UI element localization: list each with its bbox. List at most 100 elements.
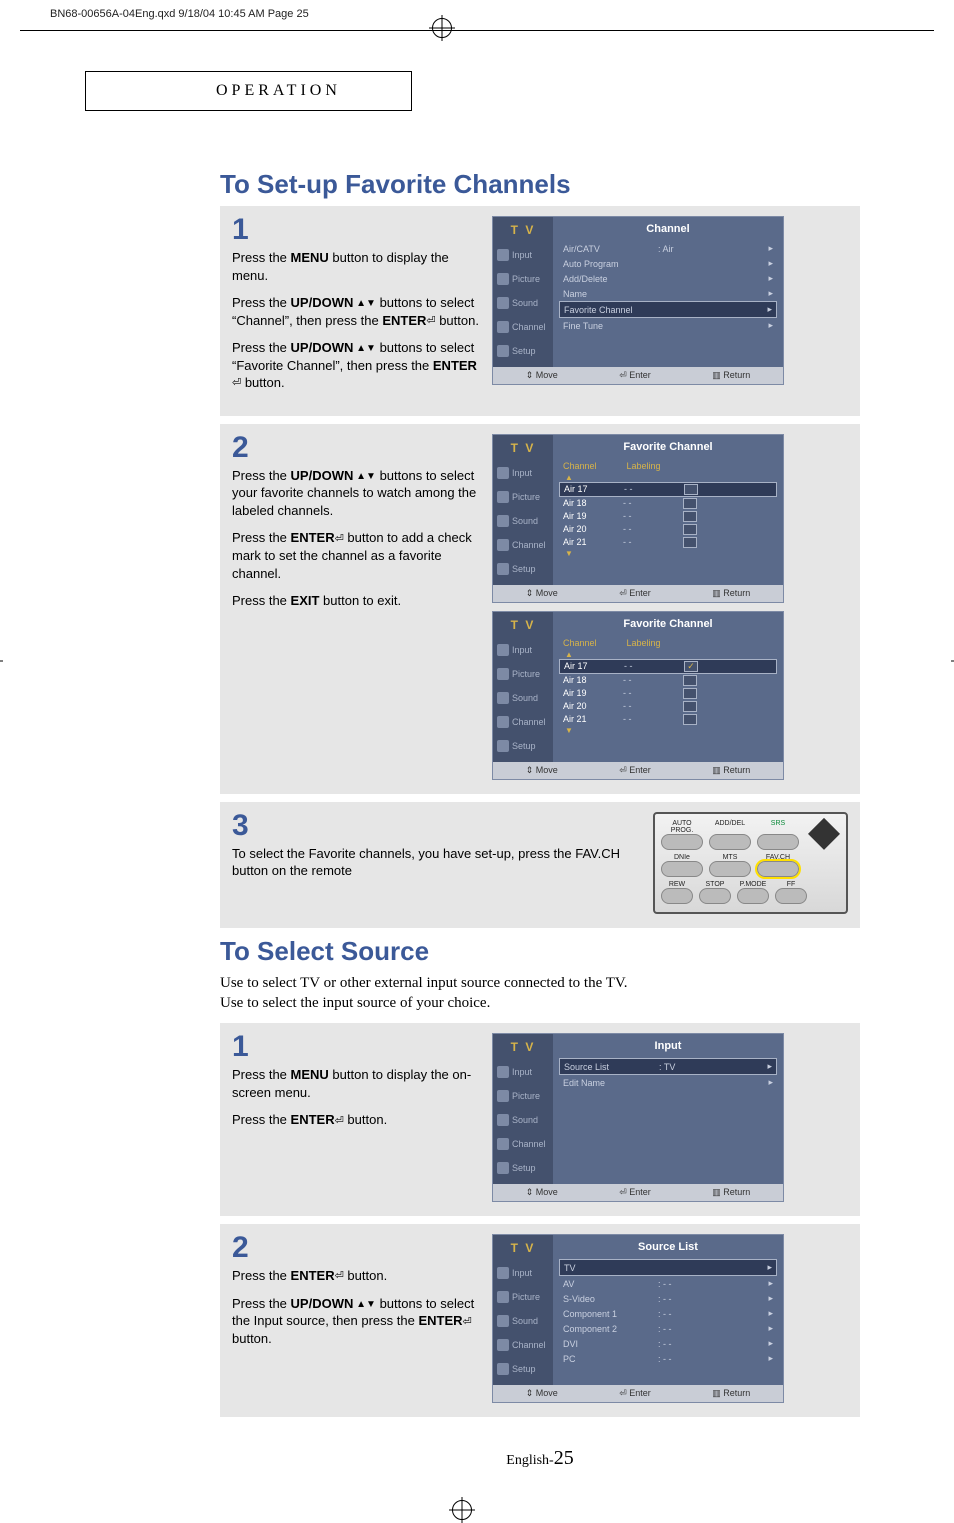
osd-title: Source List [559,1239,777,1259]
osd-favorite-unchecked: T VInputPictureSoundChannelSetup Favorit… [492,434,784,603]
osd-checkbox[interactable] [683,498,697,509]
osd-checkbox[interactable] [683,701,697,712]
osd-checkbox[interactable] [683,524,697,535]
osd-checkbox[interactable] [684,661,698,672]
osd-channel-row[interactable]: Air 17- - [559,482,777,497]
osd-menu-row[interactable]: Fine Tune▸ [559,318,777,333]
remote-button [775,888,807,904]
osd-menu-row[interactable]: S-Video: - -▸ [559,1291,777,1306]
updown-icon: ▲▼ [353,343,376,354]
page-body: OPERATION To Set-up Favorite Channels 1 … [0,31,954,1510]
osd-column-headers: ChannelLabeling [559,459,777,473]
osd-category: Sound [493,686,553,710]
remote-button [699,888,731,904]
remote-button [709,861,751,877]
fav-step-2: 2 Press the UP/DOWN ▲▼ buttons to select… [220,424,860,794]
remote-button [661,888,693,904]
osd-sidebar: T VInputPictureSoundChannelSetup [493,1034,553,1184]
fav-step-1: 1 Press the MENU button to display the m… [220,206,860,416]
osd-category: Picture [493,485,553,509]
osd-menu-row[interactable]: Component 1: - -▸ [559,1306,777,1321]
osd-category: Channel [493,710,553,734]
osd-menu-row[interactable]: Edit Name▸ [559,1075,777,1090]
enter-icon: ⏎ [335,532,344,547]
enter-icon: ⏎ [232,376,241,391]
osd-category: Input [493,1060,553,1084]
osd-favorite-checked: T VInputPictureSoundChannelSetup Favorit… [492,611,784,780]
osd-title: Channel [559,221,777,241]
section-header-box: OPERATION [85,71,412,111]
source-step-2: 2 Press the ENTER⏎ button. Press the UP/… [220,1224,860,1417]
osd-category: Input [493,461,553,485]
osd-category: Channel [493,315,553,339]
osd-menu-row[interactable]: Add/Delete▸ [559,271,777,286]
osd-channel-row[interactable]: Air 18- - [559,497,777,510]
osd-hints: ⇕ Move ⏎ Enter ▥ Return [493,1184,783,1201]
osd-channel-row[interactable]: Air 17- - [559,659,777,674]
osd-source-list: T VInputPictureSoundChannelSetup Source … [492,1234,784,1403]
osd-menu-row[interactable]: Source List: TV▸ [559,1058,777,1075]
osd-channel-row[interactable]: Air 20- - [559,700,777,713]
osd-category: Channel [493,1132,553,1156]
osd-channel-row[interactable]: Air 20- - [559,523,777,536]
print-header: BN68-00656A-04Eng.qxd 9/18/04 10:45 AM P… [0,0,954,28]
enter-icon: ⏎ [335,1269,344,1284]
osd-menu-row[interactable]: Name▸ [559,286,777,301]
osd-channel-row[interactable]: Air 19- - [559,510,777,523]
osd-category: Input [493,1261,553,1285]
osd-checkbox[interactable] [684,484,698,495]
osd-channel-row[interactable]: Air 21- - [559,536,777,549]
osd-menu-row[interactable]: DVI: - -▸ [559,1336,777,1351]
remote-favch-button[interactable] [757,861,799,877]
osd-checkbox[interactable] [683,714,697,725]
remote-snippet: AUTO PROG. ADD/DEL SRS DNIe MTS FAV.CH [653,812,848,914]
osd-menu-row[interactable]: Air/CATV: Air▸ [559,241,777,256]
title-favorite-channels: To Set-up Favorite Channels [220,169,860,200]
page-footer: English-25 [220,1447,860,1470]
osd-title: Favorite Channel [559,439,777,459]
osd-checkbox[interactable] [683,511,697,522]
step-number: 1 [232,216,482,243]
osd-hints: ⇕ Move ⏎ Enter ▥ Return [493,367,783,384]
operation-label: OPERATION [216,82,341,99]
osd-checkbox[interactable] [683,675,697,686]
title-select-source: To Select Source [220,936,860,967]
osd-sidebar: T VInputPictureSoundChannelSetup [493,612,553,762]
osd-category: Setup [493,1156,553,1180]
osd-channel-row[interactable]: Air 18- - [559,674,777,687]
remote-button [737,888,769,904]
step-number: 1 [232,1033,482,1060]
osd-menu-row[interactable]: PC: - -▸ [559,1351,777,1366]
updown-icon: ▲▼ [353,298,376,309]
osd-hints: ⇕ Move ⏎ Enter ▥ Return [493,762,783,779]
osd-category: Sound [493,291,553,315]
fav-step-3: 3 To select the Favorite channels, you h… [220,802,860,928]
osd-menu-row[interactable]: Favorite Channel▸ [559,301,777,318]
remote-button [709,834,751,850]
osd-hints: ⇕ Move ⏎ Enter ▥ Return [493,585,783,602]
remote-button [661,834,703,850]
osd-menu-row[interactable]: Auto Program▸ [559,256,777,271]
step-number: 2 [232,1234,482,1261]
osd-category: Input [493,243,553,267]
osd-sidebar: T VInputPictureSoundChannelSetup [493,1235,553,1385]
osd-channel-row[interactable]: Air 21- - [559,713,777,726]
updown-icon: ▲▼ [353,1299,376,1310]
osd-category: Picture [493,1084,553,1108]
osd-menu-row[interactable]: TV▸ [559,1259,777,1276]
osd-sidebar: T VInputPictureSoundChannelSetup [493,435,553,585]
osd-menu-row[interactable]: AV: - -▸ [559,1276,777,1291]
remote-button [661,861,703,877]
osd-channel-menu: T VInputPictureSoundChannelSetup Channel… [492,216,784,385]
osd-category: Setup [493,1357,553,1381]
osd-checkbox[interactable] [683,537,697,548]
osd-category: Sound [493,1309,553,1333]
osd-category: Picture [493,662,553,686]
osd-checkbox[interactable] [683,688,697,699]
source-step-1: 1 Press the MENU button to display the o… [220,1023,860,1216]
step-number: 2 [232,434,482,461]
osd-hints: ⇕ Move ⏎ Enter ▥ Return [493,1385,783,1402]
osd-category: Sound [493,1108,553,1132]
osd-channel-row[interactable]: Air 19- - [559,687,777,700]
osd-category: Input [493,638,553,662]
